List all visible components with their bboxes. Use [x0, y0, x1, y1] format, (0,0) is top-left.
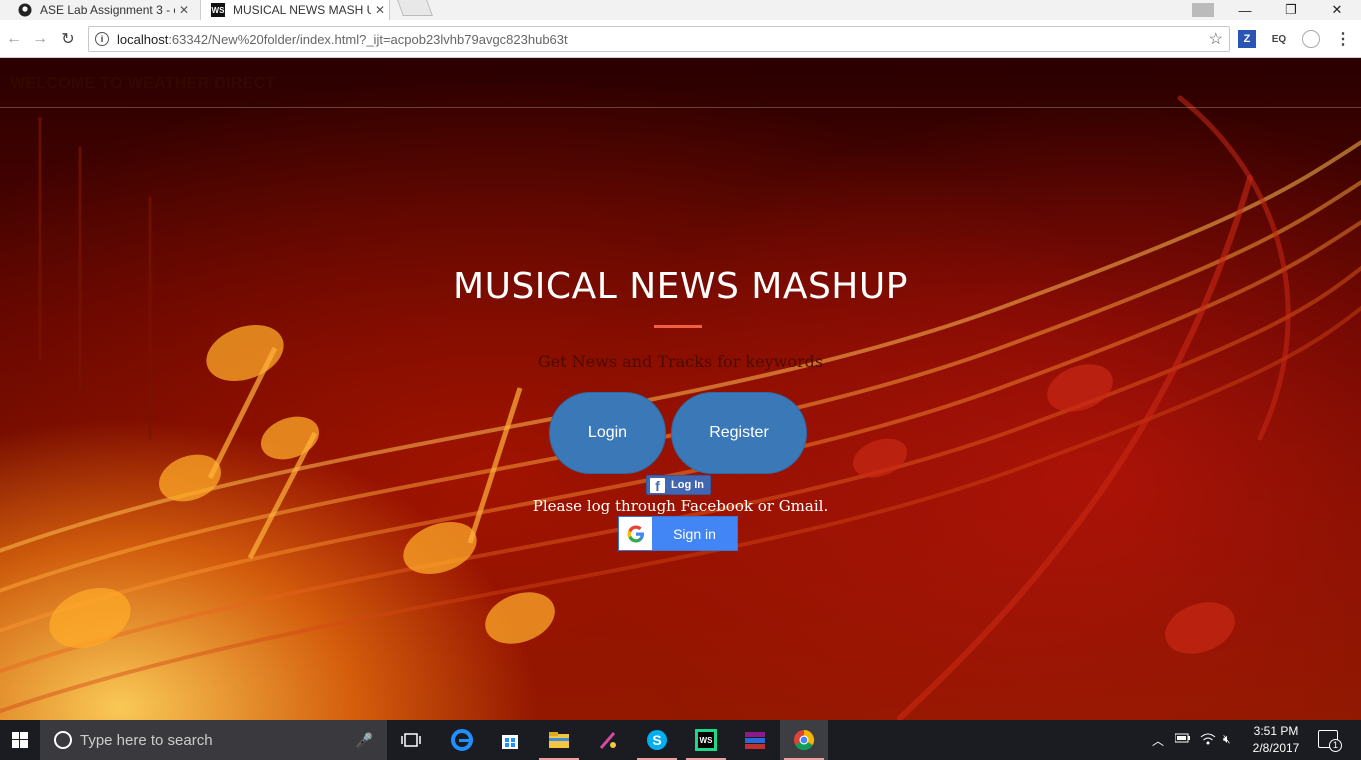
battery-icon[interactable] — [1174, 732, 1191, 747]
new-tab-button[interactable] — [397, 0, 433, 16]
google-signin-button[interactable]: Sign in — [618, 516, 738, 551]
page-title: MUSICAL NEWS MASHUP — [453, 266, 908, 307]
url-text[interactable]: localhost:63342/New%20folder/index.html?… — [117, 32, 568, 47]
volume-muted-icon[interactable]: 🔇︎ — [1223, 732, 1231, 747]
facebook-icon: f — [650, 477, 665, 493]
taskbar-clock[interactable]: 3:51 PM 2/8/2017 — [1248, 723, 1304, 757]
tab-musical-news[interactable]: WS MUSICAL NEWS MASH U ✕ — [200, 0, 390, 20]
minimize-icon[interactable]: — — [1222, 0, 1268, 20]
user-profile-icon[interactable] — [1180, 0, 1226, 20]
site-brand[interactable]: WELCOME TO WEATHER DIRECT — [10, 75, 276, 93]
back-icon[interactable]: ← — [4, 29, 24, 49]
edge-icon[interactable] — [438, 720, 486, 760]
svg-text:S: S — [652, 732, 661, 748]
forward-icon[interactable]: → — [30, 29, 50, 49]
file-explorer-icon[interactable] — [535, 720, 583, 760]
webstorm-taskbar-icon[interactable]: WS — [682, 720, 730, 760]
microphone-icon[interactable]: 🎤 — [356, 732, 373, 749]
google-signin-label: Sign in — [673, 525, 716, 542]
google-icon — [619, 517, 652, 550]
tab-title: ASE Lab Assignment 3 - c — [40, 3, 175, 17]
site-navbar: WELCOME TO WEATHER DIRECT — [0, 58, 1361, 108]
login-button[interactable]: Login — [549, 392, 666, 474]
login-instruction: Please log through Facebook or Gmail. — [532, 497, 829, 515]
music-notes-background — [0, 95, 1361, 720]
github-icon — [18, 3, 32, 17]
windows-taskbar: Type here to search 🎤 S WS ︿ 🔇︎ 3:51 PM … — [0, 720, 1361, 760]
close-tab-icon[interactable]: ✕ — [175, 3, 193, 17]
taskbar-search-box[interactable]: Type here to search 🎤 — [40, 720, 387, 760]
close-tab-icon[interactable]: ✕ — [371, 3, 389, 17]
tab-title: MUSICAL NEWS MASH U — [233, 3, 371, 17]
clock-time: 3:51 PM — [1253, 724, 1299, 738]
eq-extension-icon[interactable]: EQ — [1270, 30, 1288, 48]
bookmark-star-icon[interactable]: ☆ — [1209, 29, 1223, 49]
chrome-icon[interactable] — [780, 720, 828, 760]
reload-icon[interactable]: ↻ — [58, 29, 78, 49]
page-content: WELCOME TO WEATHER DIRECT MUSICAL NEWS M… — [0, 58, 1361, 720]
show-hidden-icons[interactable]: ︿ — [1152, 732, 1164, 749]
svg-text:WS: WS — [700, 736, 714, 745]
facebook-login-label: Log In — [671, 479, 704, 491]
page-subtitle: Get News and Tracks for keywords — [537, 352, 824, 371]
cortana-icon — [54, 731, 72, 749]
restore-icon[interactable]: ❐ — [1268, 0, 1314, 20]
paint-icon[interactable] — [584, 720, 632, 760]
url-path: :63342/New%20folder/index.html?_ijt=acpo… — [168, 32, 568, 47]
extension-icon[interactable] — [1302, 30, 1320, 48]
clock-date: 2/8/2017 — [1252, 741, 1300, 755]
skype-icon[interactable]: S — [633, 720, 681, 760]
menu-icon[interactable]: ⋮ — [1334, 30, 1352, 48]
info-icon[interactable]: i — [95, 32, 109, 46]
tab-ase-lab[interactable]: ASE Lab Assignment 3 - c ✕ — [8, 0, 193, 20]
task-view-icon[interactable] — [387, 720, 435, 760]
zotero-extension-icon[interactable]: Z — [1238, 30, 1256, 48]
close-window-icon[interactable]: ✕ — [1314, 0, 1360, 20]
url-host: localhost — [117, 32, 169, 47]
address-bar[interactable]: i localhost:63342/New%20folder/index.htm… — [88, 26, 1230, 52]
windows-start-icon[interactable] — [0, 720, 40, 760]
webstorm-icon: WS — [211, 3, 225, 17]
wifi-icon[interactable] — [1200, 732, 1216, 749]
facebook-login-button[interactable]: f Log In — [646, 475, 711, 495]
notification-count-badge: 1 — [1329, 739, 1342, 752]
browser-tab-strip: ASE Lab Assignment 3 - c ✕ WS MUSICAL NE… — [0, 0, 1361, 20]
title-divider — [654, 325, 702, 328]
winrar-icon[interactable] — [731, 720, 779, 760]
store-icon[interactable] — [486, 720, 534, 760]
taskbar-search-placeholder: Type here to search — [80, 731, 213, 749]
browser-toolbar: ← → ↻ i localhost:63342/New%20folder/ind… — [0, 20, 1361, 58]
register-button[interactable]: Register — [671, 392, 807, 474]
